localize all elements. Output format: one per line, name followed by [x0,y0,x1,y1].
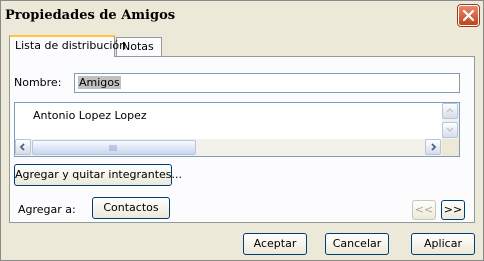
add-remove-members-button[interactable]: Agregar y quitar integrantes... [14,164,182,186]
arrow-left-icon [19,143,25,151]
tab-panel: Nombre: Amigos Antonio Lopez Lopez Agreg… [9,56,475,223]
scroll-thumb[interactable] [32,140,196,155]
close-icon [463,10,474,21]
apply-button[interactable]: Aplicar [411,233,475,255]
members-list[interactable]: Antonio Lopez Lopez [14,102,460,157]
scroll-left-button[interactable] [15,139,31,155]
vertical-scrollbar[interactable] [442,103,459,139]
title-bar[interactable]: Propiedades de Amigos [1,1,483,31]
previous-button[interactable]: << [412,200,436,220]
window-title: Propiedades de Amigos [5,8,176,23]
list-item[interactable]: Antonio Lopez Lopez [33,109,147,122]
scroll-down-button[interactable] [442,122,458,138]
arrow-up-icon [446,107,454,113]
grip-icon [109,145,117,151]
scroll-up-button[interactable] [442,103,458,119]
horizontal-scrollbar[interactable] [15,139,459,156]
arrow-down-icon [446,127,454,133]
accept-button[interactable]: Aceptar [243,233,307,255]
name-value: Amigos [78,76,121,89]
name-label: Nombre: [14,76,62,89]
scroll-corner [442,139,459,156]
properties-dialog: Propiedades de Amigos Lista de distribuc… [0,0,484,261]
next-button[interactable]: >> [441,200,465,220]
cancel-button[interactable]: Cancelar [325,233,389,255]
tab-lista-de-distribucion[interactable]: Lista de distribución [9,35,126,57]
name-field[interactable]: Amigos [74,73,460,93]
close-button[interactable] [458,5,479,26]
scroll-right-button[interactable] [425,139,441,155]
arrow-right-icon [431,143,437,151]
contacts-button[interactable]: Contactos [92,197,170,219]
add-to-label: Agregar a: [18,203,76,216]
